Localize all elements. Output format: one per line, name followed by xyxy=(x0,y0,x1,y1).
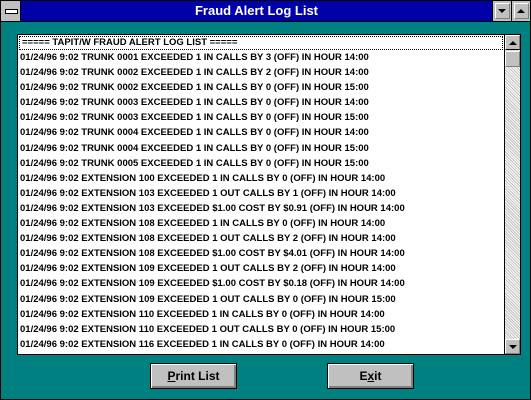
list-item[interactable]: 01/24/96 9:02 EXTENSION 110 EXCEEDED 1 O… xyxy=(18,322,504,337)
list-item[interactable]: 01/24/96 9:02 EXTENSION 108 EXCEEDED 1 O… xyxy=(18,231,504,246)
scroll-up-arrow-icon[interactable] xyxy=(505,35,520,50)
print-list-mnemonic: P xyxy=(167,369,176,383)
list-item[interactable]: 01/24/96 9:02 EXTENSION 108 EXCEEDED 1 I… xyxy=(18,216,504,231)
list-item[interactable]: 01/24/96 9:02 EXTENSION 103 EXCEEDED 1 O… xyxy=(18,186,504,201)
log-list[interactable]: ===== TAPIT/W FRAUD ALERT LOG LIST =====… xyxy=(18,35,504,354)
list-item[interactable]: 01/24/96 9:02 TRUNK 0001 EXCEEDED 1 IN C… xyxy=(18,50,504,65)
system-menu-icon[interactable] xyxy=(1,1,21,21)
list-item[interactable]: 01/24/96 9:02 TRUNK 0004 EXCEEDED 1 IN C… xyxy=(18,125,504,140)
fraud-alert-window: Fraud Alert Log List ===== TAPIT/W FRAUD… xyxy=(0,0,531,400)
list-item[interactable]: 01/24/96 9:02 EXTENSION 108 EXCEEDED $1.… xyxy=(18,246,504,261)
list-item[interactable]: 01/24/96 9:02 TRUNK 0003 EXCEEDED 1 IN C… xyxy=(18,110,504,125)
print-list-label: rint List xyxy=(175,369,220,383)
list-item[interactable]: 01/24/96 9:02 EXTENSION 109 EXCEEDED 1 O… xyxy=(18,292,504,307)
list-item[interactable]: 01/24/96 9:02 EXTENSION 109 EXCEEDED 1 O… xyxy=(18,261,504,276)
scroll-track[interactable] xyxy=(505,50,520,339)
scroll-thumb[interactable] xyxy=(505,51,520,67)
list-header-row[interactable]: ===== TAPIT/W FRAUD ALERT LOG LIST ===== xyxy=(19,36,503,50)
list-item[interactable]: 01/24/96 9:02 EXTENSION 100 EXCEEDED 1 I… xyxy=(18,171,504,186)
exit-button[interactable]: Ex it xyxy=(327,363,414,389)
list-item[interactable]: 01/24/96 9:02 EXTENSION 116 EXCEEDED 1 I… xyxy=(18,352,504,355)
exit-mnemonic: x xyxy=(367,369,375,383)
list-item[interactable]: 01/24/96 9:02 EXTENSION 103 EXCEEDED $1.… xyxy=(18,201,504,216)
list-item[interactable]: 01/24/96 9:02 EXTENSION 110 EXCEEDED 1 I… xyxy=(18,307,504,322)
scroll-down-arrow-icon[interactable] xyxy=(505,339,520,354)
exit-label-end: it xyxy=(374,369,382,383)
list-item[interactable]: 01/24/96 9:02 EXTENSION 116 EXCEEDED 1 I… xyxy=(18,337,504,352)
vertical-scrollbar[interactable] xyxy=(504,35,520,354)
title-bar[interactable]: Fraud Alert Log List xyxy=(1,1,530,22)
minimize-icon[interactable] xyxy=(492,1,511,21)
print-list-button[interactable]: Print List xyxy=(150,363,237,389)
list-item[interactable]: 01/24/96 9:02 TRUNK 0005 EXCEEDED 1 IN C… xyxy=(18,156,504,171)
window-title: Fraud Alert Log List xyxy=(194,3,319,18)
list-item[interactable]: 01/24/96 9:02 TRUNK 0002 EXCEEDED 1 IN C… xyxy=(18,65,504,80)
fraud-alert-listbox[interactable]: ===== TAPIT/W FRAUD ALERT LOG LIST =====… xyxy=(17,34,521,355)
maximize-icon[interactable] xyxy=(511,1,530,21)
list-item[interactable]: 01/24/96 9:02 EXTENSION 109 EXCEEDED $1.… xyxy=(18,276,504,291)
list-item[interactable]: 01/24/96 9:02 TRUNK 0004 EXCEEDED 1 IN C… xyxy=(18,141,504,156)
exit-label-start: E xyxy=(359,369,368,383)
list-item[interactable]: 01/24/96 9:02 TRUNK 0003 EXCEEDED 1 IN C… xyxy=(18,95,504,110)
list-item[interactable]: 01/24/96 9:02 TRUNK 0002 EXCEEDED 1 IN C… xyxy=(18,80,504,95)
